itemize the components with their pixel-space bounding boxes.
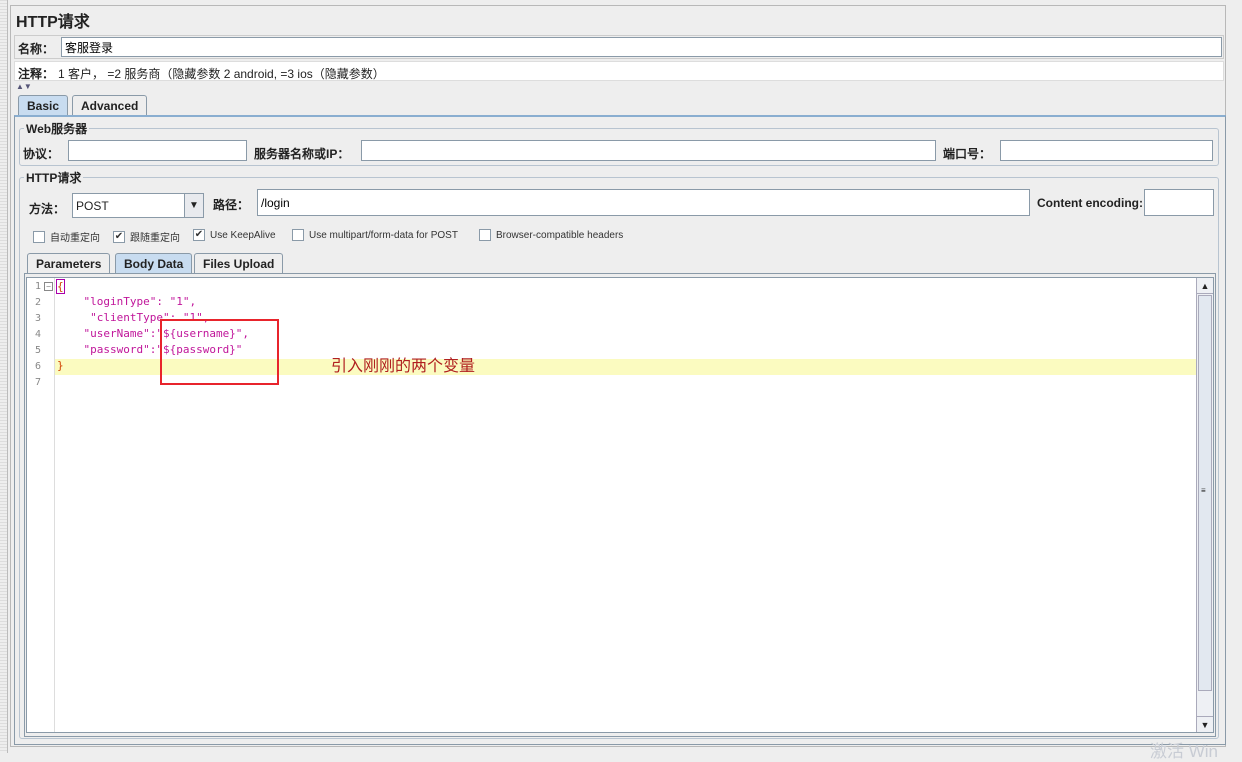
server-label: 服务器名称或IP： [254, 147, 350, 161]
comment-label: 注释： [18, 67, 55, 81]
tab-parameters[interactable]: Parameters [27, 253, 111, 274]
line-number: 4 [35, 329, 42, 340]
scrollbar-thumb[interactable]: ≡ [1198, 295, 1212, 691]
checkbox-label: Browser-compatible headers [496, 229, 624, 241]
port-input[interactable] [1000, 140, 1213, 161]
protocol-input[interactable] [68, 140, 247, 161]
scroll-up-icon[interactable]: ▲ [1197, 278, 1213, 294]
highlight-box [160, 319, 279, 385]
code-line: "loginType": "1", [57, 295, 197, 308]
tab-advanced[interactable]: Advanced [72, 95, 148, 116]
protocol-label: 协议： [23, 147, 60, 161]
checkbox-label: 跟随重定向 [130, 233, 180, 244]
line-number: 2 [35, 297, 42, 308]
path-label: 路径： [213, 198, 250, 212]
encoding-input[interactable] [1144, 189, 1214, 216]
server-input[interactable] [361, 140, 936, 161]
line-number: 3 [35, 313, 42, 324]
follow-redirect-checkbox[interactable]: ✔ 跟随重定向 [113, 229, 180, 244]
path-input[interactable] [257, 189, 1030, 216]
method-label: 方法： [29, 202, 66, 216]
method-value: POST [76, 199, 109, 213]
http-request-legend: HTTP请求 [26, 171, 82, 185]
line-number-gutter: 1 − 2 3 4 5 6 7 [27, 278, 55, 732]
encoding-label: Content encoding: [1037, 196, 1143, 210]
vertical-scrollbar[interactable]: ▲ ≡ ▼ [1196, 278, 1213, 732]
multipart-checkbox[interactable]: Use multipart/form-data for POST [292, 229, 458, 241]
name-input[interactable] [61, 37, 1222, 57]
watermark: 激活 Win [1150, 742, 1218, 761]
scroll-down-icon[interactable]: ▼ [1197, 716, 1213, 732]
tab-files-upload[interactable]: Files Upload [194, 253, 284, 274]
checkbox-label: 自动重定向 [50, 233, 100, 244]
method-select[interactable]: POST ▼ [72, 193, 204, 218]
tab-basic[interactable]: Basic [18, 95, 69, 116]
web-server-legend: Web服务器 [26, 122, 88, 136]
comment-value[interactable]: 1 客户， =2 服务商（隐藏参数 2 android, =3 ios（隐藏参数… [58, 65, 385, 82]
checkmark-icon[interactable]: ✔ [193, 229, 205, 241]
line-number: 6 [35, 361, 42, 372]
left-splitter[interactable] [0, 0, 8, 753]
code-line: } [57, 359, 64, 372]
annotation-text: 引入刚刚的两个变量 [331, 358, 476, 375]
line-number: 1 [35, 281, 42, 292]
checkmark-icon[interactable]: ✔ [113, 230, 125, 243]
line-number: 7 [35, 377, 42, 388]
port-label: 端口号： [943, 147, 992, 161]
code-line: { [56, 279, 65, 294]
checkbox-box[interactable] [292, 229, 304, 241]
checkbox-box[interactable] [33, 230, 45, 243]
fold-icon[interactable]: − [44, 282, 53, 291]
line-number: 5 [35, 345, 42, 356]
checkbox-label: Use KeepAlive [210, 229, 276, 241]
browser-headers-checkbox[interactable]: Browser-compatible headers [479, 229, 623, 241]
page-title: HTTP请求 [16, 14, 90, 31]
tab-body-data[interactable]: Body Data [115, 253, 193, 274]
collapse-arrows-icon[interactable]: ▲▼ [16, 82, 32, 91]
keepalive-checkbox[interactable]: ✔ Use KeepAlive [193, 229, 276, 241]
auto-redirect-checkbox[interactable]: 自动重定向 [33, 229, 100, 244]
name-label: 名称： [18, 42, 55, 56]
checkbox-box[interactable] [479, 229, 491, 241]
checkbox-label: Use multipart/form-data for POST [309, 229, 458, 241]
chevron-down-icon[interactable]: ▼ [184, 194, 203, 217]
